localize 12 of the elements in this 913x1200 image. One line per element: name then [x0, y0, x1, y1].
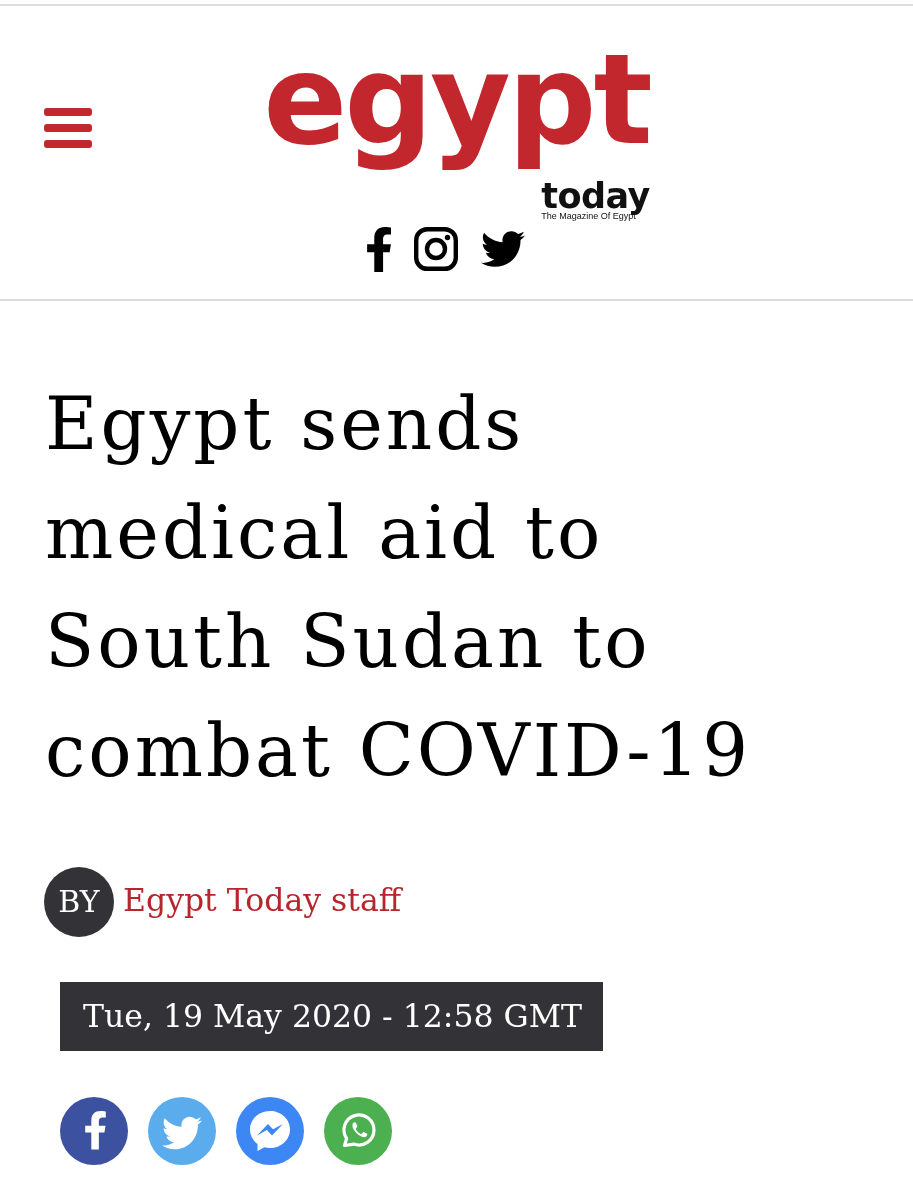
instagram-icon[interactable] — [413, 227, 458, 272]
publish-date: Tue, 19 May 2020 - 12:58 GMT — [60, 981, 603, 1051]
facebook-icon[interactable] — [366, 226, 391, 272]
messenger-share-icon[interactable] — [236, 1096, 304, 1165]
logo-wordmark: egypt — [263, 52, 650, 174]
whatsapp-share-icon[interactable] — [324, 1096, 392, 1165]
facebook-share-icon[interactable] — [60, 1096, 128, 1165]
twitter-icon[interactable] — [480, 231, 525, 268]
menu-icon[interactable] — [44, 108, 92, 148]
headline: Egypt sends medical aid to South Sudan to combat COVID-19 — [45, 380, 753, 795]
by-badge: BY — [44, 866, 114, 937]
author-link[interactable]: Egypt Today staff — [123, 879, 402, 920]
